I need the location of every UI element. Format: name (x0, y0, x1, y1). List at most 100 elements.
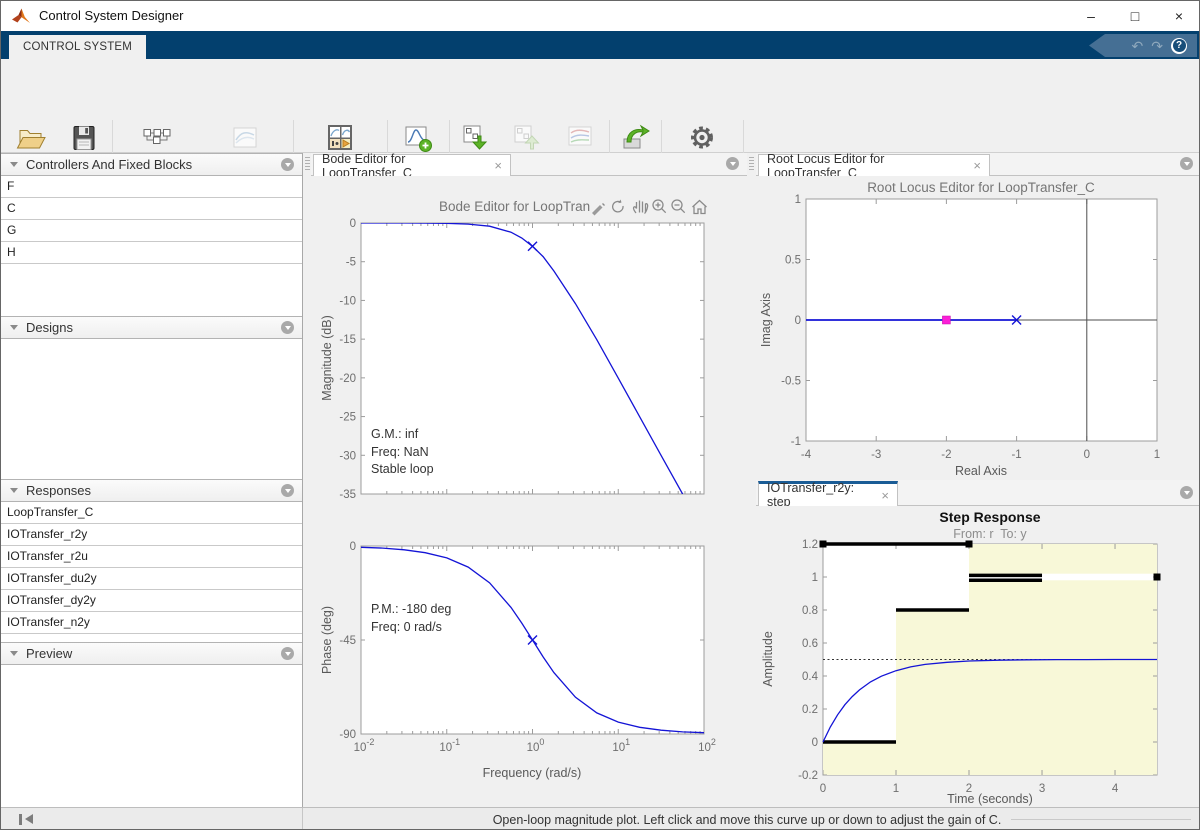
svg-text:-20: -20 (339, 373, 356, 385)
svg-text:-25: -25 (339, 412, 356, 424)
axes-toolbar (592, 200, 707, 216)
close-tab-icon[interactable]: × (494, 159, 502, 172)
panel-menu-button[interactable] (281, 647, 294, 660)
window-title: Control System Designer (39, 8, 184, 23)
panel-menu-button[interactable] (281, 321, 294, 334)
list-item-du2y[interactable]: IOTransfer_du2y (1, 568, 302, 590)
panel-menu-button[interactable] (1180, 486, 1193, 499)
svg-text:10-1: 10-1 (439, 737, 460, 754)
svg-text:2: 2 (966, 783, 972, 795)
collapse-arrow-icon (10, 651, 18, 656)
svg-text:3: 3 (1039, 783, 1045, 795)
step-io-subtitle: From: r To: y (953, 527, 1027, 541)
time-axis-label: Time (seconds) (947, 792, 1033, 806)
tab-control-system[interactable]: CONTROL SYSTEM (9, 35, 146, 59)
svg-text:1: 1 (812, 572, 818, 584)
svg-text:0: 0 (1084, 449, 1090, 461)
list-item-F[interactable]: F (1, 176, 302, 198)
svg-text:10-2: 10-2 (354, 737, 375, 754)
svg-text:-1: -1 (1011, 449, 1021, 461)
svg-text:0: 0 (812, 737, 818, 749)
svg-text:-3: -3 (871, 449, 881, 461)
minimize-button[interactable]: – (1069, 1, 1113, 31)
list-item-looptransfer[interactable]: LoopTransfer_C (1, 502, 302, 524)
closed-loop-pole-marker[interactable] (942, 316, 950, 324)
tab-step-response[interactable]: IOTransfer_r2y: step × (758, 481, 898, 506)
requirement-handle[interactable] (820, 541, 827, 548)
svg-text:100: 100 (527, 737, 545, 754)
svg-text:-1: -1 (791, 436, 801, 448)
design-requirement-region[interactable] (969, 544, 1157, 574)
list-item-r2u[interactable]: IOTransfer_r2u (1, 546, 302, 568)
toolstrip: OpenSession SaveSession (1, 59, 1200, 153)
controllers-panel-header[interactable]: Controllers And Fixed Blocks (1, 153, 302, 176)
svg-text:1: 1 (893, 783, 899, 795)
svg-text:0: 0 (795, 315, 801, 327)
requirement-handle[interactable] (966, 541, 973, 548)
collapse-browser-icon[interactable] (19, 814, 36, 825)
design-requirement-region[interactable] (969, 580, 1157, 775)
svg-text:0: 0 (350, 218, 356, 230)
close-tab-icon[interactable]: × (973, 159, 981, 172)
list-item-n2y[interactable]: IOTransfer_n2y (1, 612, 302, 634)
svg-text:-10: -10 (339, 295, 356, 307)
close-tab-icon[interactable]: × (881, 489, 889, 502)
root-locus-figure: Root Locus Editor for LoopTransfer_C Ima… (756, 176, 1200, 480)
svg-text:1.2: 1.2 (802, 539, 818, 551)
tab-root-locus[interactable]: Root Locus Editor for LoopTransfer_C × (758, 154, 990, 176)
svg-text:1: 1 (795, 194, 801, 206)
quick-access-toolbar: ↶ ↷ ? (1089, 34, 1197, 57)
home-icon[interactable] (693, 201, 707, 214)
maximize-button[interactable]: □ (1113, 1, 1157, 31)
svg-text:-15: -15 (339, 334, 356, 346)
designs-panel-header[interactable]: Designs (1, 316, 302, 339)
svg-text:-45: -45 (339, 635, 356, 647)
list-item-G[interactable]: G (1, 220, 302, 242)
status-bar: Open-loop magnitude plot. Left click and… (1, 807, 1200, 830)
redo-icon[interactable]: ↷ (1151, 39, 1163, 53)
close-button[interactable]: × (1157, 1, 1200, 31)
step-plot-area: Step Response From: r To: y Amplitude Ti… (756, 506, 1200, 807)
open-folder-icon (5, 120, 57, 156)
requirement-handle[interactable] (1154, 574, 1161, 581)
ribbon-tab-strip: CONTROL SYSTEM ↶ ↷ ? (1, 31, 1200, 59)
panel-menu-button[interactable] (726, 157, 739, 170)
root-locus-title: Root Locus Editor for LoopTransfer_C (867, 180, 1095, 195)
zoom-in-icon[interactable] (653, 200, 666, 213)
matlab-logo-icon (11, 6, 31, 26)
phase-axis-label: Phase (deg) (320, 606, 334, 674)
edit-plot-icon[interactable] (592, 204, 605, 216)
rotate-3d-icon[interactable] (613, 200, 623, 212)
undo-icon[interactable]: ↶ (1132, 39, 1144, 53)
svg-text:4: 4 (1112, 783, 1119, 795)
list-item-C[interactable]: C (1, 198, 302, 220)
phase-margin-text: P.M.: -180 deg (371, 602, 451, 616)
multimodel-plot-icon (199, 120, 291, 156)
pan-hand-icon[interactable] (634, 201, 648, 214)
tab-bode-editor[interactable]: Bode Editor for LoopTransfer_C × (313, 154, 511, 176)
bode-editor-panel: Bode Editor for LoopTransfer_C × Bode Ed… (311, 153, 747, 807)
responses-panel-header[interactable]: Responses (1, 479, 302, 502)
root-locus-panel: Root Locus Editor for LoopTransfer_C × R… (756, 153, 1200, 480)
help-button[interactable]: ? (1171, 38, 1187, 54)
list-item-H[interactable]: H (1, 242, 302, 264)
panel-menu-button[interactable] (281, 158, 294, 171)
center-right-splitter[interactable] (747, 153, 756, 807)
data-browser-sidebar: Controllers And Fixed Blocks F C G H Des… (1, 153, 303, 807)
sidebar-splitter[interactable] (303, 153, 311, 807)
preview-panel-header[interactable]: Preview (1, 642, 302, 665)
list-item-dy2y[interactable]: IOTransfer_dy2y (1, 590, 302, 612)
step-response-panel: IOTransfer_r2y: step × Step Response Fro… (756, 480, 1200, 807)
zoom-out-icon[interactable] (672, 200, 685, 213)
status-bar-message-area: Open-loop magnitude plot. Left click and… (303, 808, 1200, 830)
list-item-r2y[interactable]: IOTransfer_r2y (1, 524, 302, 546)
design-requirement-region[interactable] (823, 742, 896, 775)
title-bar: Control System Designer – □ × (1, 1, 1200, 31)
panel-menu-button[interactable] (281, 484, 294, 497)
gain-margin-text: G.M.: inf (371, 427, 419, 441)
svg-text:-5: -5 (346, 257, 356, 269)
bode-tab-bar: Bode Editor for LoopTransfer_C × (311, 153, 747, 176)
design-requirement-region[interactable] (896, 610, 969, 775)
panel-menu-button[interactable] (1180, 157, 1193, 170)
real-axis-label: Real Axis (955, 464, 1007, 478)
